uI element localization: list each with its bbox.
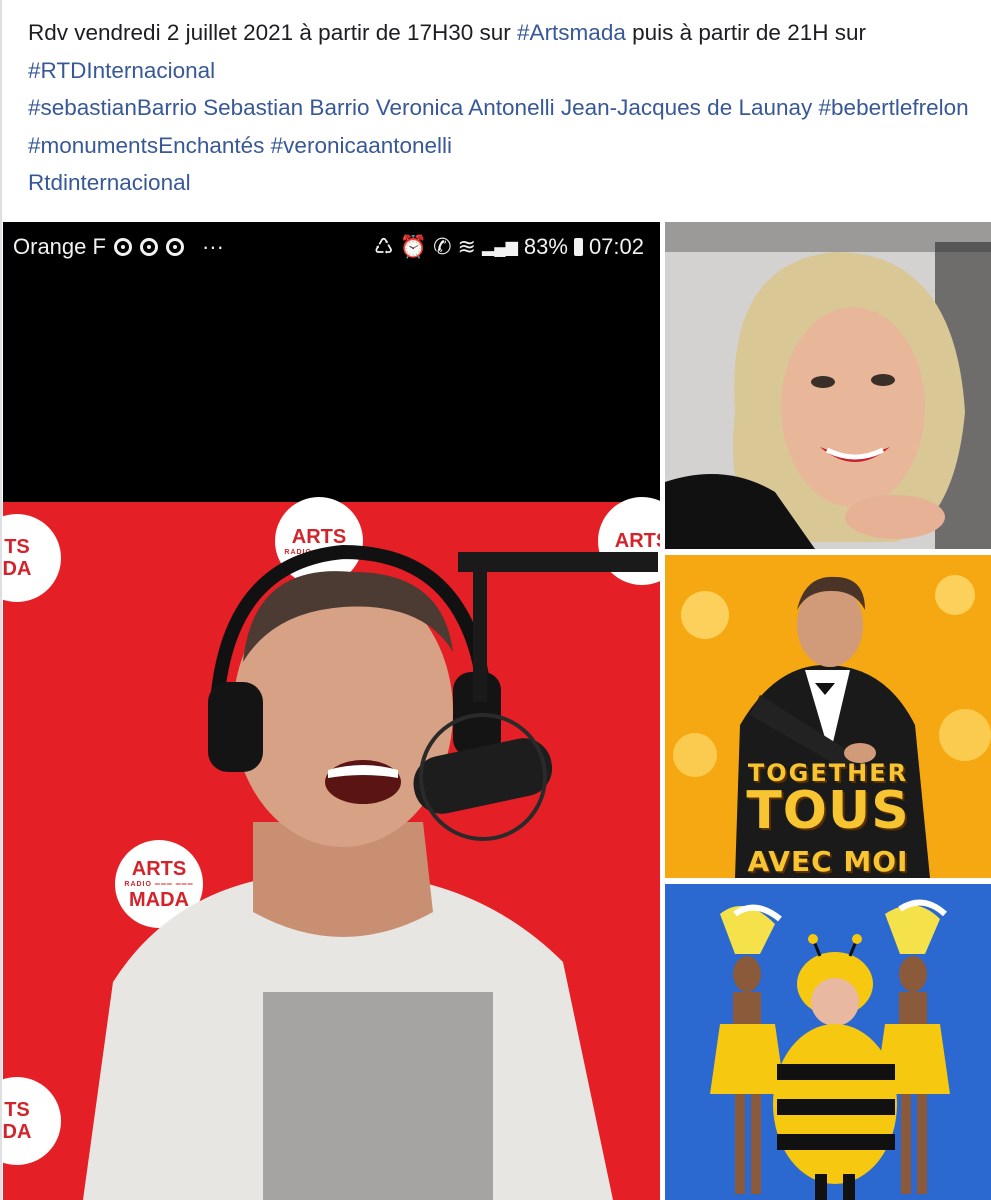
hashtag-artsmada-link[interactable]: #Artsmada (517, 20, 626, 45)
photo-bebert-le-frelon[interactable] (665, 884, 991, 1200)
hashtag-veronicaantonelli-link[interactable]: #veronicaantonelli (271, 133, 452, 158)
page-rtdinternacional-link[interactable]: Rtdinternacional (28, 170, 191, 195)
post-text-part: puis à partir de 21H sur (625, 20, 866, 45)
hashtag-bebertlefrelon-link[interactable]: #bebertlefrelon (819, 95, 969, 120)
photo-veronica-antonelli[interactable] (665, 222, 991, 549)
dancers-and-bee-costume (665, 884, 991, 1200)
man-with-headphones (83, 544, 658, 1200)
show-title-tous: TOUS (746, 781, 910, 841)
photo-sebastian-barrio[interactable]: Orange F ··· ♺ ⏰ ✆ ≋ ▂▄▆ 83% 07:02 TS DA… (3, 222, 660, 1200)
hashtag-monumentsenchantes-link[interactable]: #monumentsEnchantés (28, 133, 264, 158)
woman-portrait (665, 222, 991, 549)
post-text-part: Rdv vendredi 2 juillet 2021 à partir de … (28, 20, 518, 45)
hashtag-rtdinternacional-link[interactable]: #RTDInternacional (28, 58, 215, 83)
tagged-people-links[interactable]: Sebastian Barrio Veronica Antonelli Jean… (197, 95, 819, 120)
hashtag-sebastianbarrio-link[interactable]: #sebastianBarrio (28, 95, 197, 120)
post-border (0, 0, 2, 1200)
post-message: Rdv vendredi 2 juillet 2021 à partir de … (28, 14, 973, 202)
show-title-avec-moi: AVEC MOI (747, 845, 909, 878)
photo-together-tous-avec-moi[interactable]: TOGETHER TOUS AVEC MOI (665, 555, 991, 878)
